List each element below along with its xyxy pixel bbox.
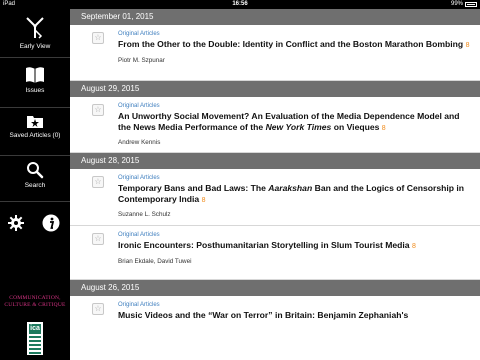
saved-folder-icon [27, 116, 43, 128]
article-title[interactable]: An Unworthy Social Movement? An Evaluati… [118, 111, 470, 134]
star-icon[interactable]: ☆ [92, 32, 104, 44]
sidebar-item-label: Saved Articles (0) [9, 132, 61, 139]
article-author: Andrew Kennis [118, 139, 161, 146]
list-item[interactable]: ☆ Original Articles Temporary Bans and B… [70, 169, 480, 226]
article-section: Original Articles [118, 232, 160, 238]
article-author: Brian Ekdale, David Tuwei [118, 257, 192, 265]
date-header: August 26, 2015 [70, 280, 480, 296]
early-view-icon [26, 17, 44, 39]
sidebar-item-saved-articles[interactable]: Saved Articles (0) [0, 113, 70, 140]
article-author: Piotr M. Szpunar [118, 56, 165, 64]
ica-logo: ica [27, 322, 43, 355]
logo-stripes [29, 336, 41, 354]
open-access-icon: 8 [465, 42, 470, 49]
sidebar-divider [0, 155, 70, 156]
star-icon[interactable]: ☆ [92, 233, 104, 245]
sidebar-divider [0, 201, 70, 202]
list-item[interactable]: ☆ Original Articles Ironic Encounters: P… [70, 226, 480, 280]
article-section: Original Articles [118, 31, 160, 37]
open-access-icon: 8 [411, 243, 416, 250]
article-section: Original Articles [118, 175, 160, 181]
open-access-icon: 8 [201, 196, 206, 204]
sidebar-item-label: Early View [19, 43, 51, 50]
article-list: September 01, 2015 ☆ Original Articles F… [70, 9, 480, 360]
sidebar-divider [0, 107, 70, 108]
ica-logo-text: ica [29, 324, 41, 334]
star-icon[interactable]: ☆ [92, 104, 104, 116]
journal-brand: COMMUNICATION, CULTURE & CRITIQUE [0, 295, 70, 309]
status-bar: iPad 16:56 99% [0, 0, 480, 9]
star-icon[interactable]: ☆ [92, 303, 104, 315]
sidebar-item-search[interactable]: Search [0, 161, 70, 190]
list-item[interactable]: ☆ Original Articles An Unworthy Social M… [70, 97, 480, 153]
sidebar-item-issues[interactable]: Issues [0, 66, 70, 95]
article-title[interactable]: Ironic Encounters: Posthumanitarian Stor… [118, 240, 470, 253]
battery-percent: 99% [450, 1, 463, 7]
article-title[interactable]: Music Videos and the “War on Terror” in … [118, 310, 470, 321]
date-header: September 01, 2015 [70, 9, 480, 25]
date-header: August 29, 2015 [70, 81, 480, 97]
open-access-icon: 8 [381, 124, 386, 132]
article-author: Suzanne L. Schulz [118, 211, 171, 218]
clock: 16:56 [232, 1, 248, 7]
gear-icon[interactable] [8, 215, 24, 231]
article-title[interactable]: Temporary Bans and Bad Laws: The Aaraksh… [118, 183, 470, 206]
battery-indicator: 99% [451, 0, 477, 9]
article-section: Original Articles [118, 302, 160, 308]
search-icon [27, 162, 44, 179]
brand-line: COMMUNICATION, [9, 295, 61, 301]
list-item[interactable]: ☆ Original Articles Music Videos and the… [70, 296, 480, 336]
sidebar-divider [0, 57, 70, 58]
brand-line: CULTURE & CRITIQUE [4, 302, 66, 308]
sidebar-item-early-view[interactable]: Early View [0, 16, 70, 51]
list-item[interactable]: ☆ Original Articles From the Other to th… [70, 25, 480, 81]
battery-icon [465, 2, 477, 7]
article-section: Original Articles [118, 103, 160, 109]
star-icon[interactable]: ☆ [92, 176, 104, 188]
article-title[interactable]: From the Other to the Double: Identity i… [118, 39, 470, 52]
sidebar-item-label: Issues [25, 87, 45, 94]
sidebar-item-label: Search [24, 182, 46, 189]
book-icon [26, 67, 44, 83]
date-header: August 28, 2015 [70, 153, 480, 169]
info-icon[interactable] [42, 214, 60, 232]
